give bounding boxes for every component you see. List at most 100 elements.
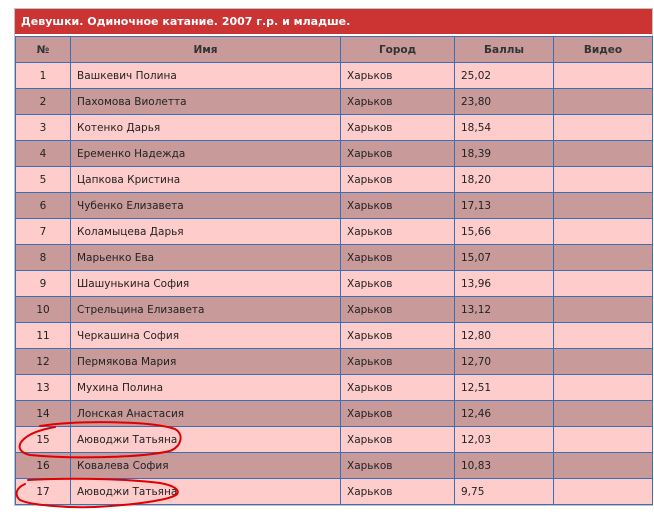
cell-city: Харьков (340, 296, 455, 323)
table-row: 4 Еременко Надежда Харьков 18,39 (15, 140, 653, 167)
cell-score: 15,07 (454, 244, 554, 271)
table-row: 14 Лонская Анастасия Харьков 12,46 (15, 400, 653, 427)
cell-name: Пермякова Мария (70, 348, 341, 375)
cell-name: Ковалева София (70, 452, 341, 479)
cell-name: Мухина Полина (70, 374, 341, 401)
header-name: Имя (70, 36, 341, 63)
cell-number: 8 (15, 244, 71, 271)
cell-city: Харьков (340, 62, 455, 89)
cell-score: 18,54 (454, 114, 554, 141)
cell-video (553, 166, 653, 193)
table-row: 6 Чубенко Елизавета Харьков 17,13 (15, 192, 653, 219)
table-row: 3 Котенко Дарья Харьков 18,54 (15, 114, 653, 141)
cell-video (553, 140, 653, 167)
cell-number: 16 (15, 452, 71, 479)
table-row: 16 Ковалева София Харьков 10,83 (15, 452, 653, 479)
cell-city: Харьков (340, 218, 455, 245)
header-city: Город (340, 36, 455, 63)
cell-video (553, 218, 653, 245)
cell-number: 6 (15, 192, 71, 219)
table-row: 9 Шашунькина София Харьков 13,96 (15, 270, 653, 297)
table-body: 1 Вашкевич Полина Харьков 25,02 2 Пахомова Ви… (15, 62, 653, 505)
cell-city: Харьков (340, 322, 455, 349)
cell-score: 13,96 (454, 270, 554, 297)
cell-score: 17,13 (454, 192, 554, 219)
cell-city: Харьков (340, 88, 455, 115)
cell-video (553, 88, 653, 115)
header-number: № (15, 36, 71, 63)
cell-name: Лонская Анастасия (70, 400, 341, 427)
cell-score: 23,80 (454, 88, 554, 115)
cell-video (553, 478, 653, 505)
cell-video (553, 426, 653, 453)
cell-city: Харьков (340, 192, 455, 219)
cell-name: Стрельцина Елизавета (70, 296, 341, 323)
table-row: 13 Мухина Полина Харьков 12,51 (15, 374, 653, 401)
cell-number: 13 (15, 374, 71, 401)
cell-number: 3 (15, 114, 71, 141)
cell-score: 12,46 (454, 400, 554, 427)
cell-video (553, 296, 653, 323)
cell-video (553, 348, 653, 375)
cell-name: Черкашина София (70, 322, 341, 349)
cell-video (553, 244, 653, 271)
cell-score: 9,75 (454, 478, 554, 505)
cell-city: Харьков (340, 140, 455, 167)
cell-video (553, 374, 653, 401)
cell-city: Харьков (340, 270, 455, 297)
cell-city: Харьков (340, 452, 455, 479)
cell-score: 18,20 (454, 166, 554, 193)
table-row: 11 Черкашина София Харьков 12,80 (15, 322, 653, 349)
cell-number: 9 (15, 270, 71, 297)
table-row: 8 Марьенко Ева Харьков 15,07 (15, 244, 653, 271)
cell-score: 15,66 (454, 218, 554, 245)
cell-name: Аюводжи Татьяна (70, 478, 341, 505)
cell-score: 12,03 (454, 426, 554, 453)
cell-number: 5 (15, 166, 71, 193)
cell-video (553, 192, 653, 219)
table-header-row: № Имя Город Баллы Видео (15, 36, 653, 63)
cell-number: 7 (15, 218, 71, 245)
results-table: № Имя Город Баллы Видео 1 Вашкевич Полина… (15, 36, 653, 505)
cell-city: Харьков (340, 244, 455, 271)
cell-video (553, 452, 653, 479)
cell-score: 25,02 (454, 62, 554, 89)
cell-name: Чубенко Елизавета (70, 192, 341, 219)
cell-name: Марьенко Ева (70, 244, 341, 271)
cell-score: 18,39 (454, 140, 554, 167)
table-title: Девушки. Одиночное катание. 2007 г.р. и … (15, 9, 652, 36)
cell-name: Вашкевич Полина (70, 62, 341, 89)
results-table-panel: Девушки. Одиночное катание. 2007 г.р. и … (14, 8, 653, 506)
cell-city: Харьков (340, 426, 455, 453)
cell-number: 4 (15, 140, 71, 167)
cell-score: 12,70 (454, 348, 554, 375)
cell-video (553, 400, 653, 427)
table-row: 1 Вашкевич Полина Харьков 25,02 (15, 62, 653, 89)
cell-video (553, 270, 653, 297)
cell-name: Цапкова Кристина (70, 166, 341, 193)
cell-number: 10 (15, 296, 71, 323)
cell-city: Харьков (340, 114, 455, 141)
cell-number: 2 (15, 88, 71, 115)
cell-video (553, 322, 653, 349)
cell-score: 12,80 (454, 322, 554, 349)
cell-score: 12,51 (454, 374, 554, 401)
cell-number: 11 (15, 322, 71, 349)
table-row: 2 Пахомова Виолетта Харьков 23,80 (15, 88, 653, 115)
cell-name: Шашунькина София (70, 270, 341, 297)
cell-number: 17 (15, 478, 71, 505)
table-row: 12 Пермякова Мария Харьков 12,70 (15, 348, 653, 375)
cell-name: Коламыцева Дарья (70, 218, 341, 245)
table-row: 17 Аюводжи Татьяна Харьков 9,75 (15, 478, 653, 505)
cell-name: Аюводжи Татьяна (70, 426, 341, 453)
cell-city: Харьков (340, 400, 455, 427)
cell-number: 14 (15, 400, 71, 427)
table-row: 7 Коламыцева Дарья Харьков 15,66 (15, 218, 653, 245)
cell-name: Еременко Надежда (70, 140, 341, 167)
cell-city: Харьков (340, 374, 455, 401)
header-video: Видео (553, 36, 653, 63)
table-row: 5 Цапкова Кристина Харьков 18,20 (15, 166, 653, 193)
cell-video (553, 114, 653, 141)
cell-score: 10,83 (454, 452, 554, 479)
cell-score: 13,12 (454, 296, 554, 323)
